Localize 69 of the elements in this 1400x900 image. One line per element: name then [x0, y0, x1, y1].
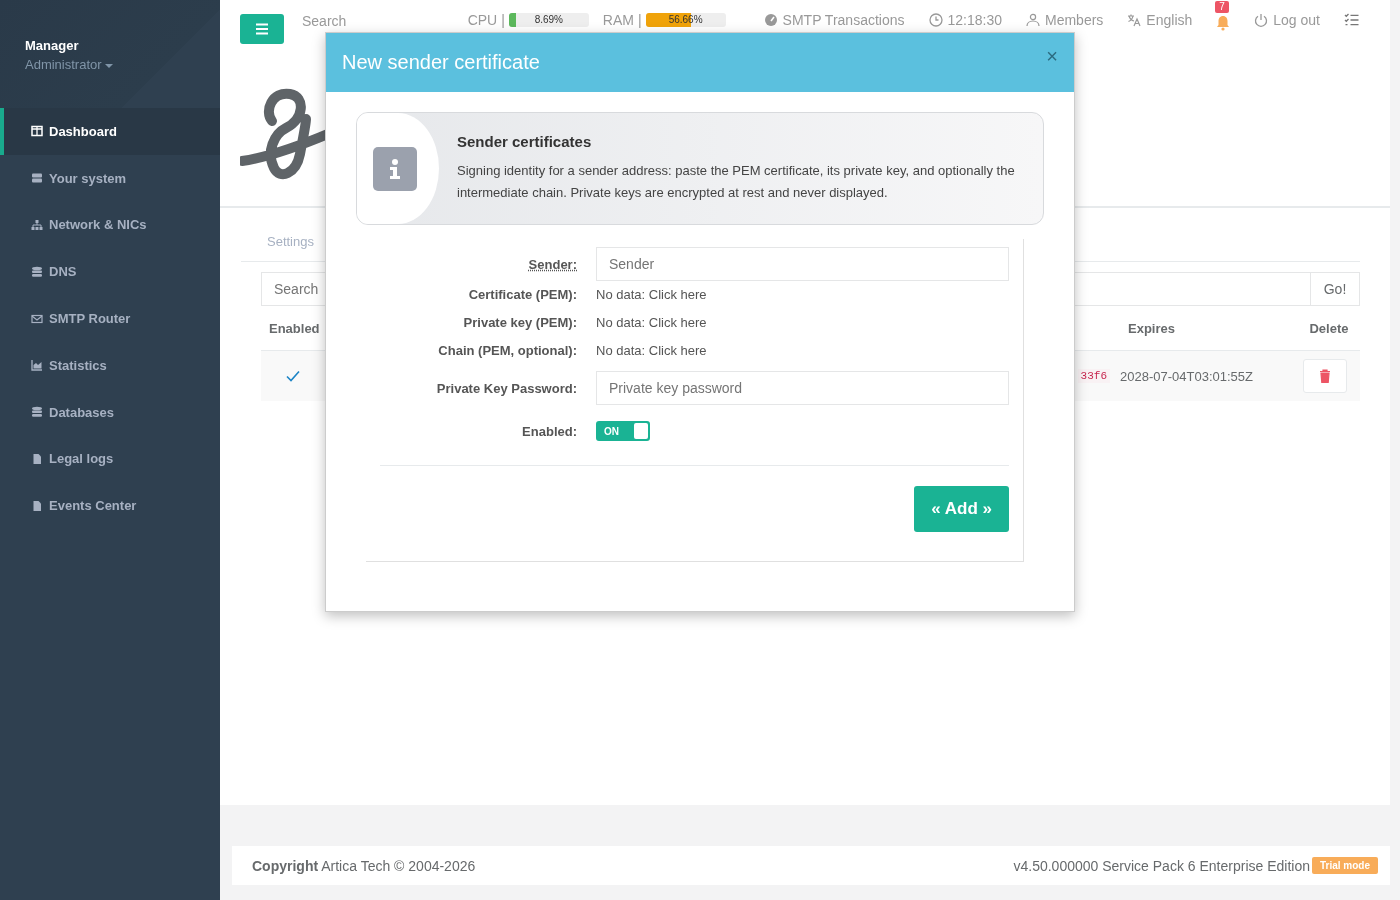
bell-icon[interactable]	[1216, 15, 1231, 31]
info-icon	[373, 146, 417, 191]
sidebar-item[interactable]: Your system	[0, 154, 220, 202]
dashboard-icon	[31, 125, 43, 138]
sidebar-item[interactable]: Dashboard	[0, 108, 220, 155]
table-cell: 33f6	[1077, 369, 1110, 383]
database-icon	[31, 406, 43, 419]
sidebar-item[interactable]: Legal logs	[0, 435, 220, 483]
topbar-link[interactable]: Members	[1026, 12, 1104, 28]
sidebar-item[interactable]: Databases	[0, 388, 220, 436]
checklist-icon[interactable]	[1344, 12, 1360, 28]
toggle-switch[interactable]: ON	[596, 421, 650, 441]
menu-button[interactable]	[240, 14, 284, 44]
trial-badge: Trial mode	[1312, 857, 1378, 874]
server-icon	[31, 172, 43, 185]
topbar-link[interactable]: English	[1127, 12, 1193, 28]
add-button[interactable]: « Add »	[914, 486, 1009, 532]
separator: |	[637, 12, 642, 28]
meter-label: CPU	[467, 12, 498, 28]
clock-icon	[928, 13, 943, 27]
chart-icon	[31, 359, 43, 372]
field-label: Private key (PEM):	[462, 315, 577, 330]
field-label: Enabled:	[521, 423, 577, 439]
sidebar-item[interactable]: Network & NICs	[0, 201, 220, 249]
trash-icon	[1319, 369, 1331, 383]
user-name: Manager	[25, 38, 80, 53]
sidebar-item[interactable]: Events Center	[0, 482, 220, 530]
column-header: Enabled	[268, 320, 321, 336]
separator: |	[501, 12, 505, 28]
column-header: Delete	[1308, 320, 1350, 336]
field-label: Chain (PEM, optional):	[437, 343, 577, 358]
topbar-link[interactable]: SMTP Transactions	[763, 12, 905, 28]
upload-link[interactable]: No data: Click here	[596, 343, 707, 358]
upload-link[interactable]: No data: Click here	[596, 315, 707, 330]
usage-reading: 8.69%	[533, 13, 564, 27]
upload-link[interactable]: No data: Click here	[596, 287, 707, 302]
copyright-text: Copyright Artica Tech © 2004-2026	[252, 857, 477, 874]
field-label: Certificate (PEM):	[467, 287, 577, 302]
role-dropdown[interactable]: Administrator	[25, 57, 114, 72]
logout-link[interactable]: Log out	[1254, 12, 1320, 28]
field-label: Private Key Password:	[435, 380, 577, 396]
input-field[interactable]: Private key password	[596, 371, 1009, 405]
delete-button[interactable]	[1303, 359, 1347, 393]
go-button[interactable]: Go!	[1311, 272, 1360, 306]
input-field[interactable]: Sender	[596, 247, 1009, 281]
table-cell-text: 2028-07-04T03:01:55Z	[1120, 368, 1254, 384]
gauge-icon	[763, 13, 778, 27]
column-header: Expires	[1127, 320, 1176, 336]
database-icon	[31, 265, 43, 278]
info-text: Signing identity for a sender address: paste the PEM certificate, its private key, and optionally the intermediate chain. Private keys are encrypted at rest and never displayed.	[457, 162, 1016, 202]
power-icon	[1254, 13, 1269, 27]
file-icon	[31, 499, 43, 512]
sidebar-item[interactable]: Statistics	[0, 342, 220, 389]
users-icon	[1026, 13, 1040, 27]
modal-title: New sender certificate	[342, 51, 540, 74]
sidebar-item[interactable]: DNS	[0, 248, 220, 296]
envelope-icon	[31, 312, 43, 325]
field-label: Sender:	[527, 256, 577, 272]
sidebar-item[interactable]: SMTP Router	[0, 295, 220, 342]
version-text: v4.50.000000 Service Pack 6 Enterprise Edition	[1013, 857, 1310, 874]
topbar-link[interactable]: 12:18:30	[928, 12, 1002, 28]
menu-icon	[255, 23, 269, 35]
file-icon	[31, 452, 43, 465]
info-title: Sender certificates	[457, 133, 593, 150]
close-button[interactable]: ×	[1046, 45, 1058, 68]
notification-badge: 7	[1215, 1, 1229, 13]
meter-label: RAM	[602, 12, 634, 28]
sitemap-icon	[31, 219, 43, 231]
translate-icon	[1127, 13, 1142, 27]
